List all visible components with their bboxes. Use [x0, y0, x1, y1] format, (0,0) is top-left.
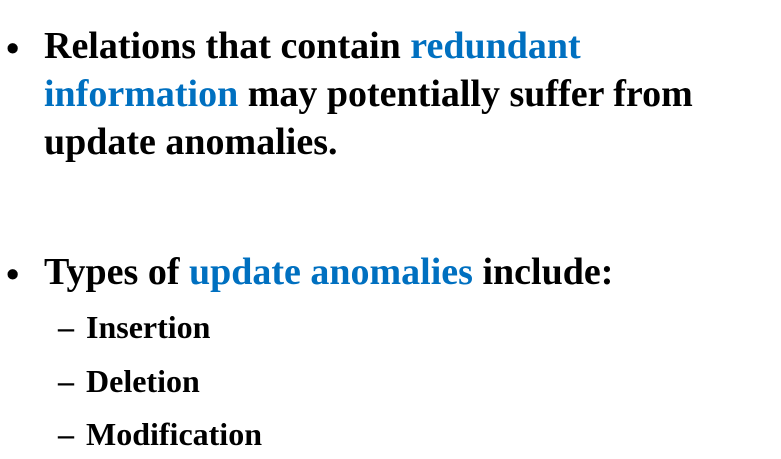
list-item-insertion: – Insertion — [0, 307, 781, 347]
bullet-1-highlight-redundant: redundant — [410, 25, 581, 67]
list-item-modification: – Modification — [0, 414, 781, 454]
dash-marker: – — [58, 363, 74, 399]
dash-marker: – — [58, 309, 74, 345]
list-item-label: Insertion — [86, 309, 211, 345]
bullet-1-line-3: update anomalies. — [44, 121, 338, 163]
bullet-1-line-2: information may potentially suffer from — [44, 70, 781, 118]
bullet-1-line-1-plain: Relations that contain — [44, 25, 411, 67]
bullet-2-line-1-plain-a: Types of — [44, 251, 189, 293]
list-item-deletion: – Deletion — [0, 361, 781, 401]
bullet-2-line-1-plain-c: include: — [472, 251, 614, 293]
bullet-2-line-1: Types of update anomalies include: — [44, 248, 781, 296]
bullet-1-line-2-plain: may potentially suffer from — [238, 73, 693, 115]
bullet-1-highlight-information: information — [44, 73, 239, 115]
bullet-2-text: Types of update anomalies include: — [44, 248, 781, 296]
list-item-label: Deletion — [86, 363, 200, 399]
list-item-label: Modification — [86, 416, 262, 452]
dash-marker: – — [58, 416, 74, 452]
bullet-2-highlight-update-anomalies: update anomalies — [188, 251, 473, 293]
bullet-1-marker: • — [6, 28, 20, 70]
bullet-2-marker: • — [6, 254, 20, 296]
bullet-1-text: Relations that contain redundant informa… — [44, 22, 781, 166]
bullet-1-line-1: Relations that contain redundant — [44, 22, 781, 70]
